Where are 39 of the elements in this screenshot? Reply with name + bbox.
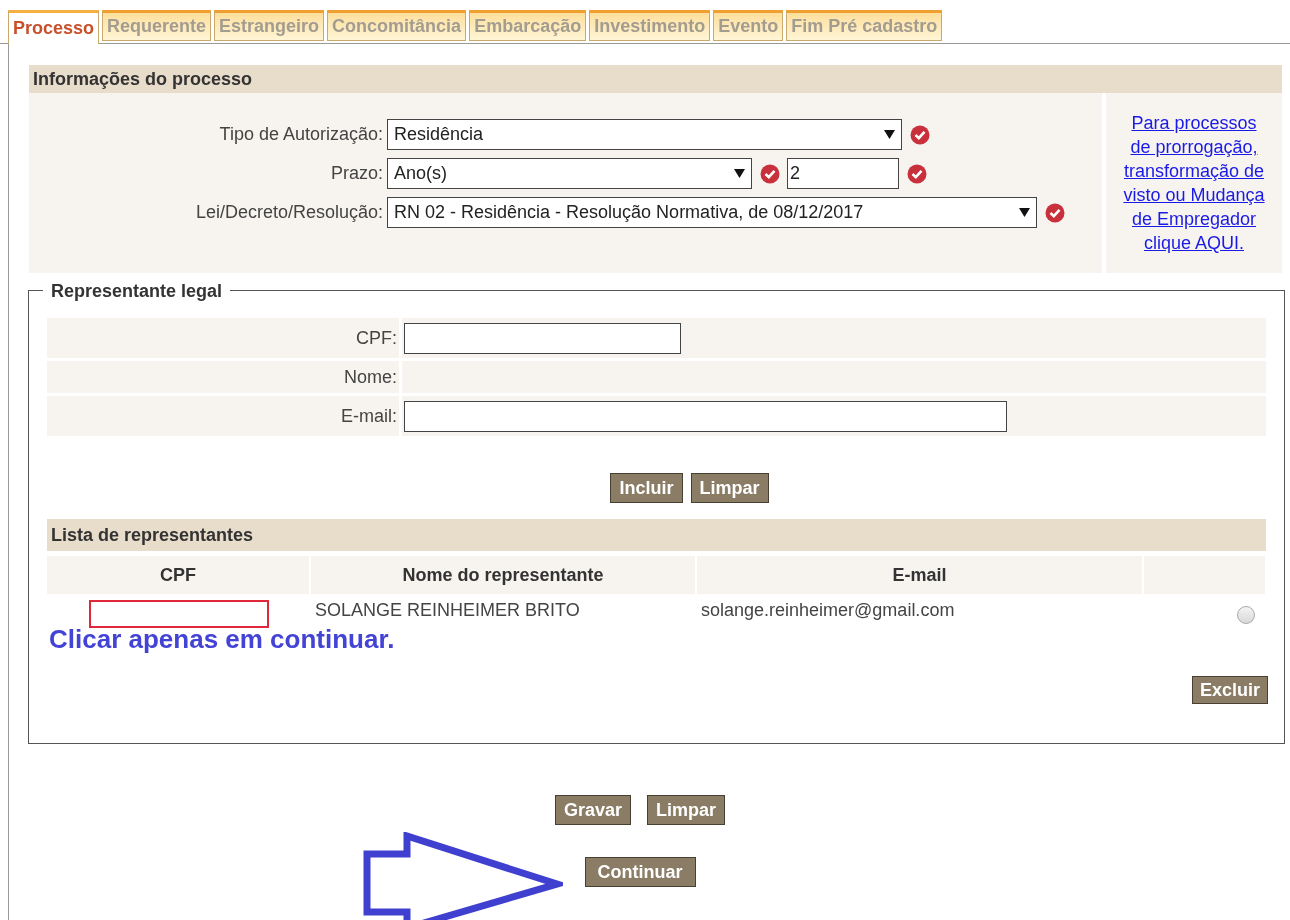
field-label: Tipo de Autorização: [218,123,384,146]
tab[interactable]: Evento [713,10,784,41]
column-header: Nome do representante [311,556,695,594]
dropdown[interactable]: Residência [387,119,902,150]
tab[interactable]: Investimento [589,10,711,41]
field-label: Nome: [47,361,399,393]
dropdown[interactable]: RN 02 - Residência - Resolução Normativa, de 08/12/2017 [387,197,1037,228]
annotation-note: Clicar apenas em continuar. [49,624,396,654]
tab[interactable]: Processo [8,10,100,44]
tab[interactable]: Embarcação [469,10,587,41]
input-field[interactable] [404,322,681,354]
caret-icon [734,169,745,178]
tab[interactable]: Estrangeiro [214,10,325,41]
clear-button[interactable]: Limpar [690,473,769,503]
column-header: E-mail [697,556,1142,594]
clear-button[interactable]: Limpar [647,795,726,825]
tab[interactable]: Fim Pré cadastro [786,10,943,41]
section-header: Lista de representantes [47,519,1266,551]
save-button[interactable]: Gravar [554,795,631,825]
tab[interactable]: Concomitância [327,10,467,41]
delete-button[interactable]: Excluir [1191,676,1268,704]
field-label: E-mail: [47,396,399,436]
field-label: Prazo: [329,162,384,185]
prorrogacao-link[interactable]: Para processos de prorrogação, transformação de visto ou Mudança de Empregador clique AQUI. [1119,111,1269,255]
field-label: Lei/Decreto/Resolução: [194,201,384,224]
field-label: CPF: [47,318,399,358]
input-field[interactable] [404,400,1007,432]
caret-icon [884,130,895,139]
column-header: CPF [47,556,309,594]
input-field[interactable]: 2 [787,158,899,189]
section-header: Informações do processo [29,65,1282,93]
add-button[interactable]: Incluir [610,473,683,503]
caret-icon [1019,208,1030,217]
tab[interactable]: Requerente [102,10,212,41]
continue-button[interactable]: Continuar [584,857,696,887]
dropdown[interactable]: Ano(s) [387,158,752,189]
table-cell-text: solange.reinheimer@gmail.com [700,599,956,622]
radio-button[interactable] [1237,606,1255,624]
table-cell-text: SOLANGE REINHEIMER BRITO [314,599,581,622]
